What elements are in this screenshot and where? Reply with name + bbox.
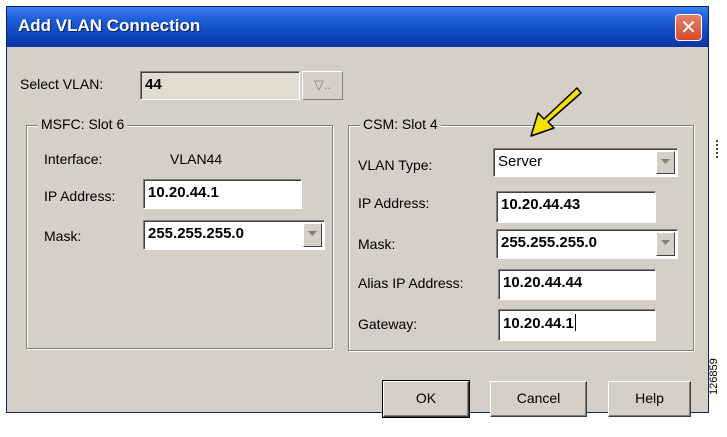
help-button-label: Help: [635, 390, 664, 406]
csm-mask-select[interactable]: 255.255.255.0: [496, 229, 678, 259]
csm-group-title: CSM: Slot 4: [360, 116, 441, 132]
msfc-interface-label: Interface:: [44, 151, 103, 167]
title-bar[interactable]: Add VLAN Connection ✕: [7, 7, 708, 47]
csm-mask-label: Mask:: [358, 236, 396, 252]
csm-alias-value: 10.20.44.44: [503, 274, 583, 291]
select-vlan-label: Select VLAN:: [20, 76, 104, 92]
add-vlan-dialog: Add VLAN Connection ✕ Select VLAN: 44 ▽.…: [6, 6, 709, 418]
cancel-button-label: Cancel: [516, 390, 561, 406]
chevron-down-icon: [661, 159, 670, 164]
csm-vlan-type-label: VLAN Type:: [358, 157, 433, 173]
msfc-ip-input[interactable]: 10.20.44.1: [143, 179, 302, 209]
csm-gateway-label: Gateway:: [358, 316, 418, 332]
highlight-arrow-icon: [530, 87, 582, 137]
msfc-mask-label: Mask:: [44, 228, 82, 244]
csm-alias-input[interactable]: 10.20.44.44: [498, 269, 656, 300]
csm-gateway-input[interactable]: 10.20.44.1: [498, 309, 656, 341]
cancel-button[interactable]: Cancel: [490, 381, 587, 417]
csm-ip-input[interactable]: 10.20.44.43: [496, 191, 656, 223]
msfc-ip-label: IP Address:: [44, 188, 116, 204]
select-vlan-field[interactable]: 44: [140, 71, 300, 100]
figure-code: 126859: [708, 358, 720, 395]
select-vlan-value: 44: [145, 76, 162, 93]
ok-button-label: OK: [415, 390, 437, 406]
msfc-group-title: MSFC: Slot 6: [38, 116, 128, 132]
msfc-mask-value: 255.255.255.0: [148, 225, 244, 242]
close-button[interactable]: ✕: [675, 14, 702, 41]
edge-marker: [716, 140, 718, 158]
csm-mask-dropdown-button[interactable]: [656, 232, 675, 256]
csm-ip-value: 10.20.44.43: [501, 196, 581, 213]
csm-gateway-value: 10.20.44.1: [503, 315, 574, 332]
msfc-mask-select[interactable]: 255.255.255.0: [143, 220, 325, 250]
vlan-chooser-button[interactable]: ▽..: [302, 71, 343, 100]
csm-vlan-type-value: Server: [498, 153, 543, 170]
text-cursor: [574, 314, 576, 331]
close-icon: ✕: [680, 15, 697, 39]
ok-button[interactable]: OK: [382, 380, 470, 418]
help-button[interactable]: Help: [608, 381, 691, 417]
msfc-interface-value: VLAN44: [170, 151, 223, 167]
csm-alias-label: Alias IP Address:: [358, 275, 464, 291]
msfc-mask-dropdown-button[interactable]: [303, 223, 322, 247]
dialog-title: Add VLAN Connection: [18, 16, 201, 35]
csm-mask-value: 255.255.255.0: [501, 234, 597, 251]
chevron-down-icon: [308, 231, 317, 236]
chevron-down-icon: [661, 240, 670, 245]
csm-vlan-type-select[interactable]: Server: [493, 148, 678, 177]
csm-vlan-type-dropdown-button[interactable]: [656, 151, 675, 174]
msfc-ip-value: 10.20.44.1: [148, 184, 219, 201]
csm-ip-label: IP Address:: [358, 195, 430, 211]
vlan-chooser-label: ▽..: [313, 77, 332, 92]
